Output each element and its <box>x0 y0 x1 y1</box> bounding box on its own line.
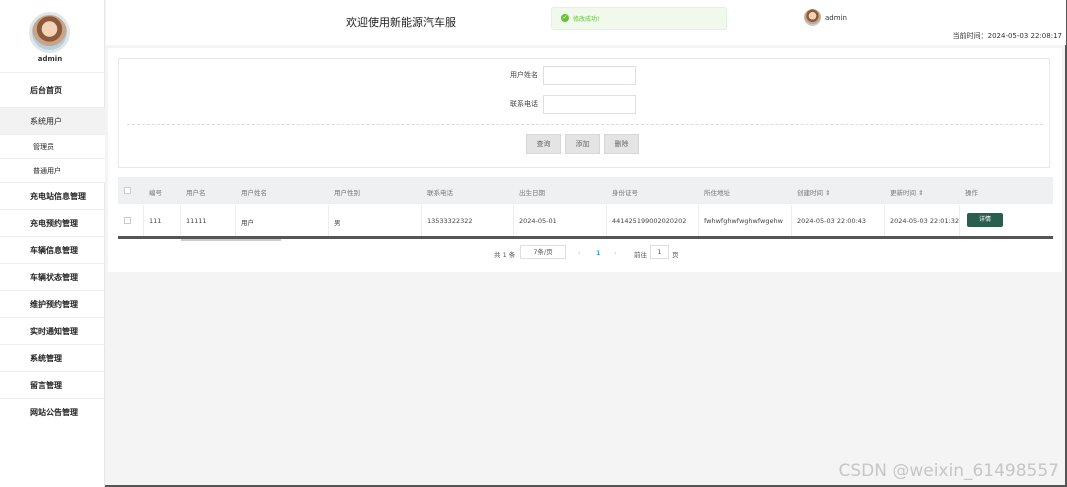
col-idcard: 身份证号 <box>612 189 638 197</box>
col-divider <box>698 205 699 237</box>
col-divider <box>143 205 144 237</box>
header-avatar[interactable] <box>804 9 821 26</box>
prev-page-icon[interactable]: ‹ <box>578 249 581 257</box>
header-username[interactable]: admin <box>825 14 847 22</box>
col-username: 用户名 <box>186 189 206 197</box>
sidebar-item-charge-booking[interactable]: 充电预约管理 <box>0 209 105 236</box>
welcome-title: 欢迎使用新能源汽车服 <box>346 16 456 29</box>
main-panel: 用户姓名 联系电话 查询 添加 删除 编号 用户名 用户姓名 用户性别 联系电话… <box>108 48 1062 272</box>
goto-label: 前往 <box>634 251 647 259</box>
watermark: CSDN @weixin_61498557 <box>838 461 1059 481</box>
col-divider <box>513 205 514 237</box>
col-divider <box>959 205 960 237</box>
current-time: 当前时间：2024-05-03 22:08:17 <box>952 32 1062 40</box>
col-created[interactable]: 创建时间 ⇕ <box>797 187 831 197</box>
col-updated[interactable]: 更新时间 ⇕ <box>890 187 924 197</box>
sidebar-item-station-info[interactable]: 充电站信息管理 <box>0 182 105 209</box>
cell-idcard: 441425199002020202 <box>612 217 687 225</box>
cell-created: 2024-05-03 22:00:43 <box>797 217 867 225</box>
col-divider <box>791 205 792 237</box>
cell-username: 11111 <box>186 217 207 225</box>
page-size-select[interactable]: 7条/页 <box>520 245 566 259</box>
col-gender: 用户性别 <box>334 189 360 197</box>
sidebar-item-announcements[interactable]: 网站公告管理 <box>0 398 105 425</box>
cell-address: fwhwfghwfwghwfwgehw <box>704 217 783 225</box>
next-page-icon[interactable]: › <box>614 249 617 257</box>
search-form: 用户姓名 联系电话 查询 添加 删除 <box>118 58 1050 168</box>
divider <box>127 124 1043 125</box>
col-divider <box>884 205 885 237</box>
sidebar-item-notifications[interactable]: 实时通知管理 <box>0 317 105 344</box>
detail-button[interactable]: 详情 <box>967 213 1003 227</box>
row-checkbox[interactable] <box>124 217 131 224</box>
sidebar-item-maintenance[interactable]: 维护预约管理 <box>0 290 105 317</box>
col-divider <box>180 205 181 237</box>
cell-birthday: 2024-05-01 <box>519 217 557 225</box>
toast-message: 修改成功! <box>573 16 600 23</box>
avatar[interactable] <box>29 12 70 53</box>
sidebar-menu: 后台首页 系统用户 管理员 普通用户 充电站信息管理 充电预约管理 车辆信息管理… <box>0 72 105 425</box>
cell-gender: 男 <box>334 219 341 227</box>
col-id: 编号 <box>149 189 162 197</box>
check-circle-icon: ✓ <box>561 14 569 22</box>
col-birthday: 出生日期 <box>519 189 545 197</box>
col-divider <box>606 205 607 237</box>
table-row: 111 11111 用户 男 13533322322 2024-05-01 44… <box>118 205 1053 237</box>
col-divider <box>235 205 236 237</box>
query-button[interactable]: 查询 <box>526 134 561 154</box>
top-bar: 欢迎使用新能源汽车服 ✓ 修改成功! admin 当前时间：2024-05-03… <box>106 0 1066 45</box>
sidebar-username: admin <box>37 55 63 63</box>
page-size-value: 7条/页 <box>533 248 553 256</box>
select-all-checkbox[interactable] <box>124 187 131 194</box>
scrollbar-track <box>181 239 281 241</box>
sidebar-item-system[interactable]: 系统管理 <box>0 344 105 371</box>
phone-input[interactable] <box>543 95 636 114</box>
col-phone: 联系电话 <box>427 189 453 197</box>
page-suffix: 页 <box>672 251 679 259</box>
sidebar-subitem-normal-user[interactable]: 普通用户 <box>0 158 105 182</box>
delete-button[interactable]: 删除 <box>604 134 639 154</box>
sidebar-item-vehicle-info[interactable]: 车辆信息管理 <box>0 236 105 263</box>
col-realname: 用户姓名 <box>241 189 267 197</box>
sidebar-subitem-admin[interactable]: 管理员 <box>0 134 105 158</box>
col-address: 所住地址 <box>704 189 730 197</box>
page-number-1[interactable]: 1 <box>596 249 601 257</box>
cell-updated: 2024-05-03 22:01:32 <box>890 217 960 225</box>
sidebar: admin 后台首页 系统用户 管理员 普通用户 充电站信息管理 充电预约管理 … <box>0 0 105 487</box>
col-actions: 操作 <box>965 189 978 197</box>
col-divider <box>328 205 329 237</box>
name-label: 用户姓名 <box>510 71 538 79</box>
goto-page-input[interactable]: 1 <box>650 245 669 259</box>
col-divider <box>421 205 422 237</box>
phone-label: 联系电话 <box>510 100 538 108</box>
success-toast: ✓ 修改成功! <box>551 7 727 30</box>
add-button[interactable]: 添加 <box>565 134 600 154</box>
cell-id: 111 <box>149 217 162 225</box>
sidebar-subitem-admin-label: 管理员 <box>33 143 54 151</box>
cell-phone: 13533322322 <box>427 217 473 225</box>
sidebar-item-vehicle-status[interactable]: 车辆状态管理 <box>0 263 105 290</box>
goto-page-value: 1 <box>657 248 662 256</box>
pagination-total: 共 1 条 <box>494 251 516 259</box>
sidebar-item-dashboard[interactable]: 后台首页 <box>0 72 105 107</box>
sidebar-item-system-users[interactable]: 系统用户 <box>0 107 105 134</box>
cell-realname: 用户 <box>241 219 254 227</box>
sidebar-item-messages[interactable]: 留言管理 <box>0 371 105 398</box>
table-header: 编号 用户名 用户姓名 用户性别 联系电话 出生日期 身份证号 所住地址 创建时… <box>118 177 1053 204</box>
name-input[interactable] <box>543 66 636 85</box>
